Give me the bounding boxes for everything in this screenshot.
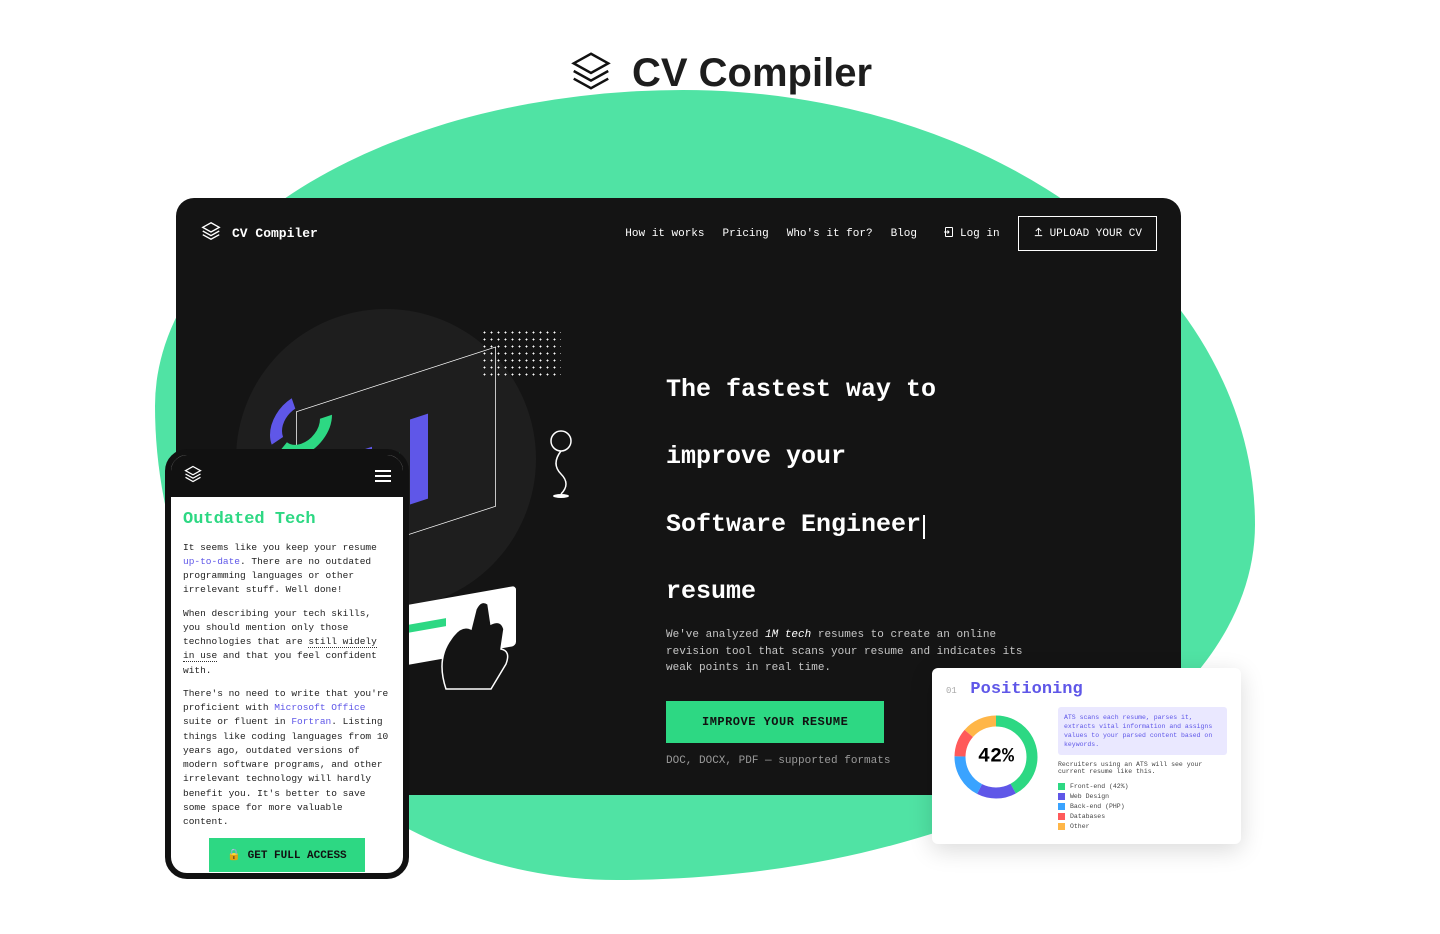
get-full-access-button[interactable]: 🔒 GET FULL ACCESS [209, 838, 364, 872]
mobile-header [171, 455, 403, 497]
nav-who[interactable]: Who's it for? [787, 228, 873, 240]
nav-login[interactable]: Log in [943, 226, 1000, 242]
card-number: 01 [946, 686, 957, 696]
nav-pricing[interactable]: Pricing [723, 228, 769, 240]
legend-item: Web Design [1058, 793, 1227, 800]
stack-icon [568, 48, 614, 99]
tip-paragraph-3: There's no need to write that you're pro… [183, 687, 391, 830]
positioning-card: 01 Positioning 42% ATS scans each resume… [932, 668, 1241, 844]
mobile-content: Outdated Tech It seems like you keep you… [171, 497, 403, 879]
page-logo: CV Compiler [568, 48, 872, 99]
chart-legend: Front-end (42%) Web Design Back-end (PHP… [1058, 783, 1227, 830]
stack-icon [183, 464, 203, 489]
positioning-subtext: Recruiters using an ATS will see your cu… [1058, 761, 1227, 775]
improve-resume-button[interactable]: IMPROVE YOUR RESUME [666, 701, 884, 743]
hand-icon [426, 589, 516, 709]
brand-name: CV Compiler [232, 226, 318, 241]
upload-label: UPLOAD YOUR CV [1050, 228, 1142, 240]
positioning-note: ATS scans each resume, parses it, extrac… [1058, 707, 1227, 755]
donut-percent: 42% [978, 746, 1014, 769]
login-label: Log in [960, 228, 1000, 240]
mobile-preview: Outdated Tech It seems like you keep you… [165, 449, 409, 879]
legend-item: Front-end (42%) [1058, 783, 1227, 790]
lamp-icon [546, 429, 576, 499]
main-nav: How it works Pricing Who's it for? Blog … [625, 216, 1157, 251]
card-title: Positioning [970, 680, 1082, 699]
hero-title: The fastest way to improve your Software… [666, 339, 1141, 609]
upload-icon [1033, 226, 1044, 241]
nav-how-it-works[interactable]: How it works [625, 228, 704, 240]
brand[interactable]: CV Compiler [200, 220, 318, 247]
hamburger-icon[interactable] [375, 470, 391, 482]
stack-icon [200, 220, 222, 247]
lock-icon: 🔒 [227, 850, 241, 862]
logo-text: CV Compiler [632, 51, 872, 96]
donut-chart: 42% [946, 707, 1046, 807]
login-icon [943, 226, 955, 242]
tip-title: Outdated Tech [183, 507, 391, 533]
tip-paragraph-1: It seems like you keep your resume up-to… [183, 541, 391, 598]
legend-item: Other [1058, 823, 1227, 830]
legend-item: Databases [1058, 813, 1227, 820]
nav-blog[interactable]: Blog [891, 228, 917, 240]
card-title-row: 01 Positioning [946, 680, 1227, 699]
app-header: CV Compiler How it works Pricing Who's i… [176, 198, 1181, 269]
tip-paragraph-2: When describing your tech skills, you sh… [183, 607, 391, 678]
upload-cv-button[interactable]: UPLOAD YOUR CV [1018, 216, 1157, 251]
legend-item: Back-end (PHP) [1058, 803, 1227, 810]
